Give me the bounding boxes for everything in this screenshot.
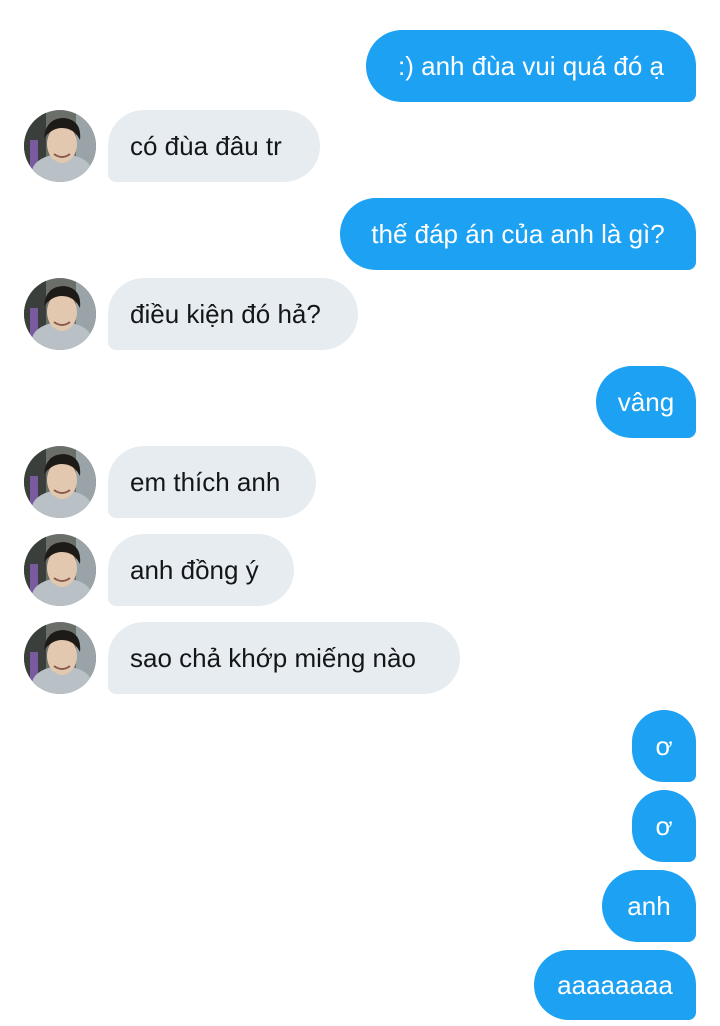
user-profile-photo-icon bbox=[24, 534, 96, 606]
user-profile-photo-icon bbox=[24, 622, 96, 694]
conversation-thread: :) anh đùa vui quá đó ạ có đùa đâu tr th… bbox=[0, 0, 720, 1026]
message-text: ơ bbox=[655, 731, 673, 761]
message-text: em thích anh bbox=[130, 467, 281, 497]
message-bubble-incoming[interactable]: anh đồng ý bbox=[108, 534, 294, 606]
avatar[interactable] bbox=[24, 446, 96, 518]
message-text: anh đồng ý bbox=[130, 555, 259, 585]
message-text: điều kiện đó hả? bbox=[130, 299, 321, 329]
message-text: vâng bbox=[617, 387, 675, 417]
message-text: sao chả khớp miếng nào bbox=[130, 643, 416, 673]
message-text: có đùa đâu tr bbox=[130, 131, 282, 161]
message-text: thế đáp án của anh là gì? bbox=[371, 219, 665, 249]
avatar[interactable] bbox=[24, 110, 96, 182]
message-bubble-outgoing[interactable]: :) anh đùa vui quá đó ạ bbox=[366, 30, 696, 102]
user-profile-photo-icon bbox=[24, 278, 96, 350]
message-text: aaaaaaaa bbox=[557, 970, 673, 1000]
avatar[interactable] bbox=[24, 534, 96, 606]
avatar[interactable] bbox=[24, 278, 96, 350]
message-bubble-incoming[interactable]: sao chả khớp miếng nào bbox=[108, 622, 460, 694]
message-bubble-outgoing[interactable]: ơ bbox=[632, 710, 696, 782]
message-text: :) anh đùa vui quá đó ạ bbox=[398, 51, 664, 81]
message-text: ơ bbox=[655, 811, 673, 841]
avatar[interactable] bbox=[24, 622, 96, 694]
message-bubble-incoming[interactable]: điều kiện đó hả? bbox=[108, 278, 358, 350]
message-bubble-outgoing[interactable]: anh bbox=[602, 870, 696, 942]
message-bubble-incoming[interactable]: em thích anh bbox=[108, 446, 316, 518]
message-bubble-outgoing[interactable]: thế đáp án của anh là gì? bbox=[340, 198, 696, 270]
message-bubble-outgoing[interactable]: aaaaaaaa bbox=[534, 950, 696, 1020]
message-text: anh bbox=[627, 891, 671, 921]
message-bubble-outgoing[interactable]: ơ bbox=[632, 790, 696, 862]
user-profile-photo-icon bbox=[24, 446, 96, 518]
user-profile-photo-icon bbox=[24, 110, 96, 182]
message-bubble-outgoing[interactable]: vâng bbox=[596, 366, 696, 438]
message-bubble-incoming[interactable]: có đùa đâu tr bbox=[108, 110, 320, 182]
